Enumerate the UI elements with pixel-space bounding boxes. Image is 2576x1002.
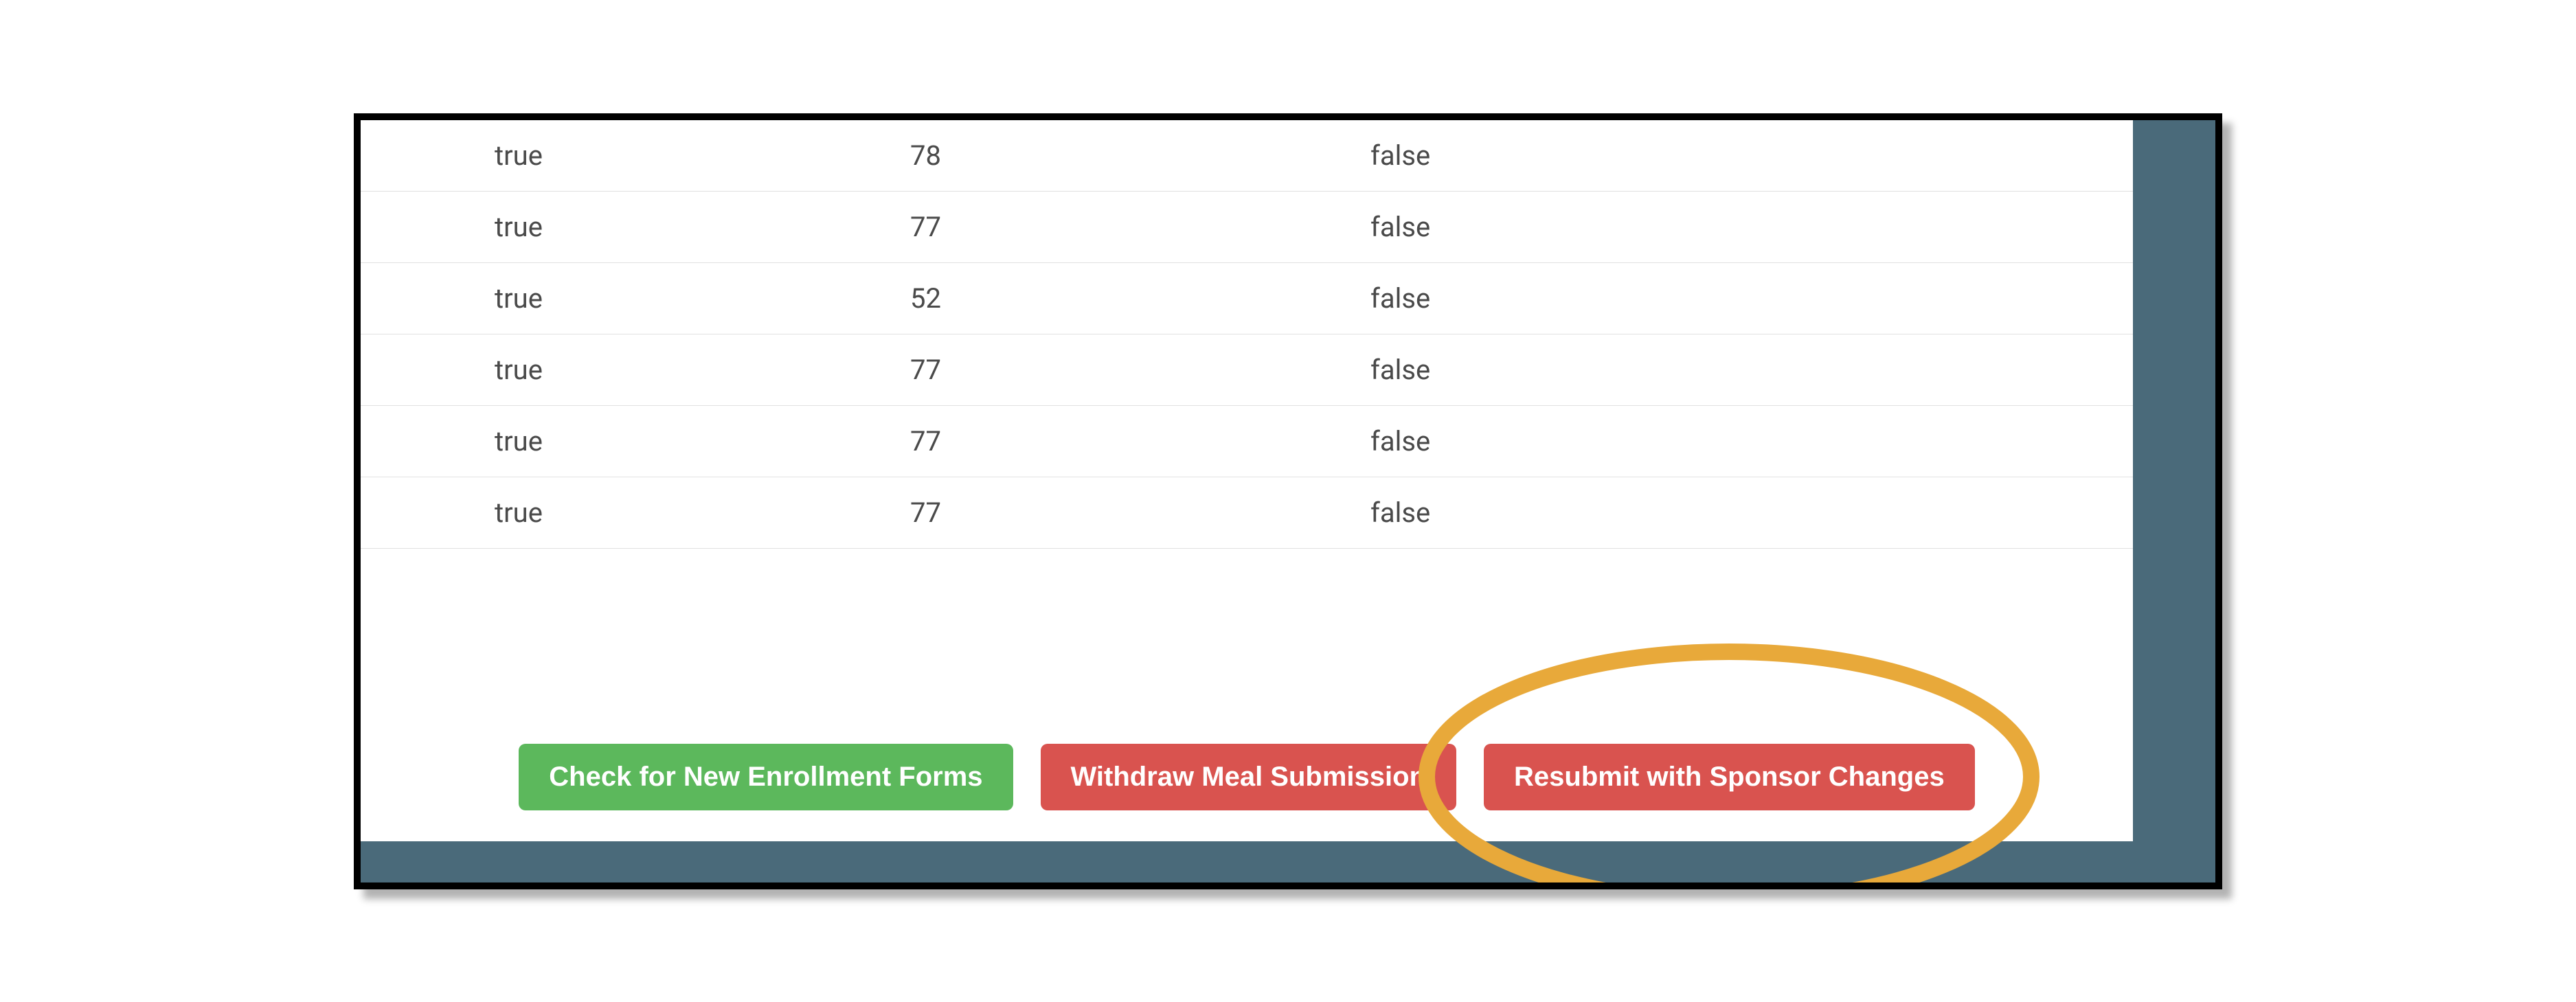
table-row: true 77 false (361, 405, 2133, 477)
cell-col2: 77 (896, 334, 1357, 405)
cell-col3: false (1357, 191, 2133, 262)
withdraw-submission-button[interactable]: Withdraw Meal Submission (1041, 744, 1456, 810)
table-body: true 78 false true 77 false true 52 fals… (361, 120, 2133, 549)
cell-col3: false (1357, 120, 2133, 192)
content-panel: true 78 false true 77 false true 52 fals… (361, 120, 2133, 841)
resubmit-sponsor-changes-button[interactable]: Resubmit with Sponsor Changes (1484, 744, 1975, 810)
check-enrollment-button[interactable]: Check for New Enrollment Forms (519, 744, 1013, 810)
table-row: true 77 false (361, 477, 2133, 548)
cell-col2: 77 (896, 477, 1357, 548)
cell-col1: true (361, 262, 896, 334)
cell-col2: 52 (896, 262, 1357, 334)
data-table: true 78 false true 77 false true 52 fals… (361, 120, 2133, 549)
app-frame: true 78 false true 77 false true 52 fals… (354, 113, 2222, 889)
table-row: true 77 false (361, 191, 2133, 262)
action-button-row: Check for New Enrollment Forms Withdraw … (361, 744, 2133, 841)
cell-col1: true (361, 405, 896, 477)
cell-col1: true (361, 477, 896, 548)
cell-col3: false (1357, 477, 2133, 548)
cell-col1: true (361, 191, 896, 262)
cell-col1: true (361, 334, 896, 405)
cell-col3: false (1357, 405, 2133, 477)
table-row: true 77 false (361, 334, 2133, 405)
table-row: true 78 false (361, 120, 2133, 192)
cell-col3: false (1357, 262, 2133, 334)
cell-col3: false (1357, 334, 2133, 405)
cell-col2: 77 (896, 191, 1357, 262)
cell-col1: true (361, 120, 896, 192)
cell-col2: 77 (896, 405, 1357, 477)
table-row: true 52 false (361, 262, 2133, 334)
cell-col2: 78 (896, 120, 1357, 192)
